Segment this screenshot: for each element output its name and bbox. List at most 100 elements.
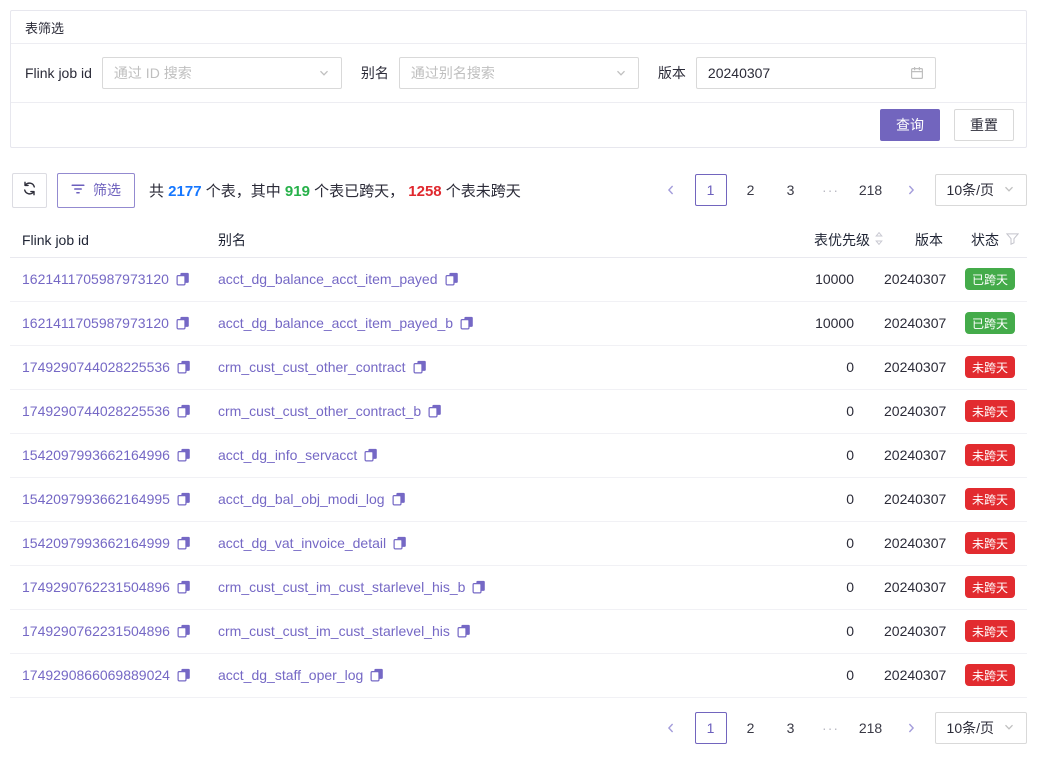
filter-actions: 查询 重置 [11,103,1026,147]
job-id-link[interactable]: 1749290762231504896 [22,579,170,595]
table-row: 1749290762231504896 crm_cust_cust_im_cust… [10,609,1027,653]
flink-job-id-label: Flink job id [25,65,92,81]
flink-job-id-select[interactable]: 通过 ID 搜索 [102,57,342,89]
alias-link[interactable]: crm_cust_cust_other_contract_b [218,403,421,419]
copy-icon[interactable] [457,624,471,638]
status-badge: 未跨天 [965,532,1015,554]
filter-card-header: 表筛选 [11,11,1026,44]
copy-icon[interactable] [177,668,191,682]
table-row: 1749290866069889024 acct_dg_staff_oper_lo… [10,653,1027,697]
pagination-ellipsis: ··· [815,174,847,206]
pagination-prev-button[interactable] [655,174,687,206]
query-button[interactable]: 查询 [880,109,940,141]
table-row: 1542097993662164995 acct_dg_bal_obj_modi_… [10,477,1027,521]
copy-icon[interactable] [472,580,486,594]
copy-icon[interactable] [445,272,459,286]
col-alias: 别名 [218,230,246,250]
copy-icon[interactable] [428,404,442,418]
status-badge: 未跨天 [965,400,1015,422]
alias-link[interactable]: crm_cust_cust_other_contract [218,359,406,375]
page-size-select[interactable]: 10条/页 [935,174,1027,206]
status-badge: 未跨天 [965,620,1015,642]
priority-cell: 0 [780,345,884,389]
pagination-page-3[interactable]: 3 [775,174,807,206]
copy-icon[interactable] [176,316,190,330]
alias-link[interactable]: crm_cust_cust_im_cust_starlevel_his_b [218,579,465,595]
summary-part1: 共 [149,183,168,200]
copy-icon[interactable] [364,448,378,462]
pagination-prev-button[interactable] [655,712,687,744]
status-badge: 已跨天 [965,312,1015,334]
job-id-link[interactable]: 1749290744028225536 [22,359,170,375]
copy-icon[interactable] [177,448,191,462]
page-size-select[interactable]: 10条/页 [935,712,1027,744]
filter-button[interactable]: 筛选 [57,173,135,208]
pagination-next-button[interactable] [895,174,927,206]
priority-cell: 0 [780,477,884,521]
alias-placeholder: 通过别名搜索 [411,63,615,83]
sorter-icon[interactable] [874,231,884,249]
copy-icon[interactable] [393,536,407,550]
job-id-link[interactable]: 1749290744028225536 [22,403,170,419]
pagination-page-1[interactable]: 1 [695,712,727,744]
toolbar: 筛选 共 2177 个表，其中 919 个表已跨天， 1258 个表未跨天 12… [10,172,1027,208]
copy-icon[interactable] [177,360,191,374]
table-row: 1749290744028225536 crm_cust_cust_other_c… [10,389,1027,433]
version-cell: 20240307 [884,609,947,653]
pagination-page-218[interactable]: 218 [855,174,887,206]
pagination-page-2[interactable]: 2 [735,174,767,206]
pagination-top: 123···218 10条/页 [655,174,1027,206]
field-flink-job-id: Flink job id 通过 ID 搜索 [25,57,342,89]
status-badge: 未跨天 [965,664,1015,686]
job-id-link[interactable]: 1749290866069889024 [22,667,170,683]
job-id-link[interactable]: 1542097993662164996 [22,447,170,463]
table-row: 1621411705987973120 acct_dg_balance_acct_… [10,257,1027,301]
alias-link[interactable]: acct_dg_balance_acct_item_payed_b [218,315,453,331]
copy-icon[interactable] [177,624,191,638]
copy-icon[interactable] [177,492,191,506]
refresh-button[interactable] [12,173,47,208]
version-cell: 20240307 [884,565,947,609]
funnel-filter-icon[interactable] [1006,232,1019,248]
copy-icon[interactable] [413,360,427,374]
status-badge: 未跨天 [965,488,1015,510]
pagination-page-3[interactable]: 3 [775,712,807,744]
priority-cell: 0 [780,565,884,609]
flink-job-id-placeholder: 通过 ID 搜索 [114,63,318,83]
alias-select[interactable]: 通过别名搜索 [399,57,639,89]
job-id-link[interactable]: 1542097993662164995 [22,491,170,507]
table-row: 1542097993662164999 acct_dg_vat_invoice_d… [10,521,1027,565]
copy-icon[interactable] [177,536,191,550]
copy-icon[interactable] [176,272,190,286]
alias-link[interactable]: acct_dg_staff_oper_log [218,667,363,683]
col-priority: 表优先级 [814,230,870,250]
pagination-page-218[interactable]: 218 [855,712,887,744]
copy-icon[interactable] [177,404,191,418]
pagination-page-1[interactable]: 1 [695,174,727,206]
priority-cell: 0 [780,609,884,653]
alias-link[interactable]: crm_cust_cust_im_cust_starlevel_his [218,623,450,639]
refresh-icon [22,181,37,199]
job-id-link[interactable]: 1749290762231504896 [22,623,170,639]
tables-table: Flink job id 别名 表优先级 版本 状态 1621411705987… [10,224,1027,698]
pagination-page-2[interactable]: 2 [735,712,767,744]
pagination-next-button[interactable] [895,712,927,744]
version-date-picker[interactable]: 20240307 [696,57,936,89]
priority-cell: 0 [780,433,884,477]
pagination-ellipsis: ··· [815,712,847,744]
copy-icon[interactable] [460,316,474,330]
copy-icon[interactable] [370,668,384,682]
copy-icon[interactable] [177,580,191,594]
job-id-link[interactable]: 1621411705987973120 [22,271,169,287]
job-id-link[interactable]: 1621411705987973120 [22,315,169,331]
alias-link[interactable]: acct_dg_vat_invoice_detail [218,535,386,551]
filter-lines-icon [71,182,85,198]
job-id-link[interactable]: 1542097993662164999 [22,535,170,551]
reset-button[interactable]: 重置 [954,109,1014,141]
field-version: 版本 20240307 [658,57,936,89]
alias-link[interactable]: acct_dg_bal_obj_modi_log [218,491,385,507]
copy-icon[interactable] [392,492,406,506]
alias-link[interactable]: acct_dg_balance_acct_item_payed [218,271,438,287]
filter-button-label: 筛选 [93,180,121,200]
alias-link[interactable]: acct_dg_info_servacct [218,447,357,463]
